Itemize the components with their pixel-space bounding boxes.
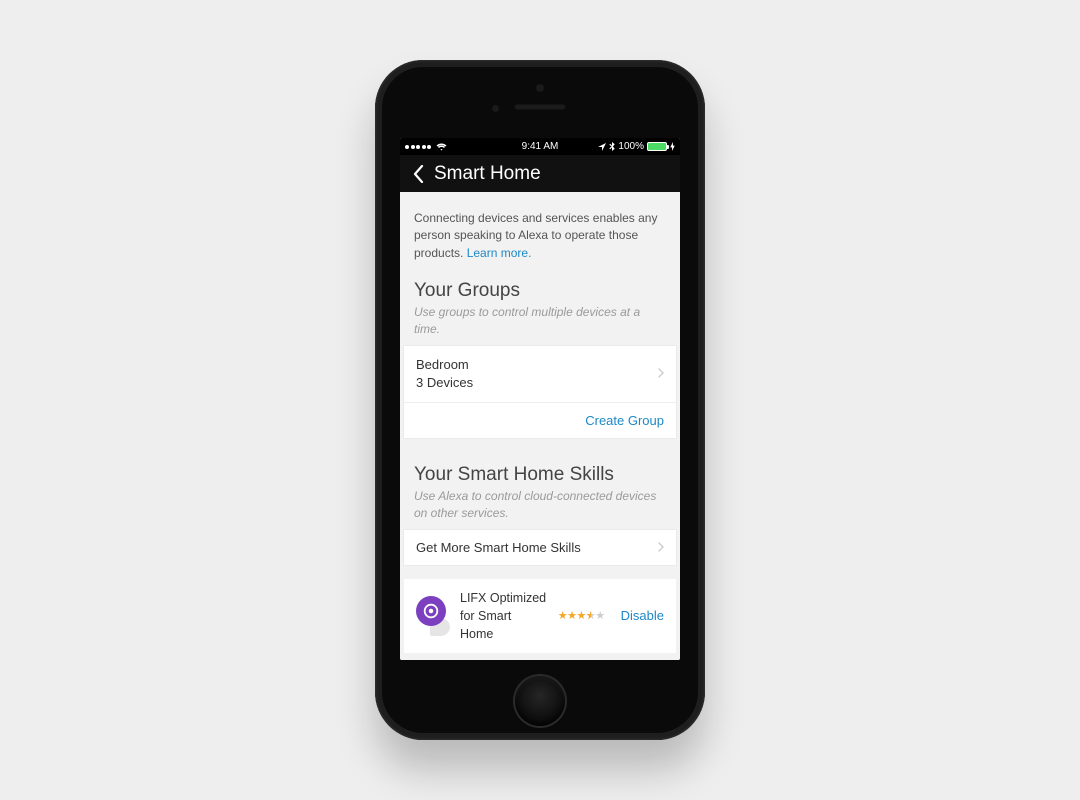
back-button[interactable] [408,164,428,184]
lifx-icon [416,596,446,626]
get-more-skills-row[interactable]: Get More Smart Home Skills [404,530,676,565]
disable-skill-link[interactable]: Disable [621,608,664,623]
status-signal [405,143,447,151]
groups-subtitle: Use groups to control multiple devices a… [400,304,680,346]
phone-frame: 9:41 AM 100% Smart Home Connecting devic… [375,60,705,740]
bluetooth-icon [609,142,615,151]
wifi-icon [436,143,447,151]
groups-card: Bedroom 3 Devices Create Group [404,346,676,438]
content-scroll[interactable]: Connecting devices and services enables … [400,192,680,660]
battery-percent: 100% [618,141,644,152]
chevron-right-icon [658,540,664,555]
phone-sensors [492,105,499,112]
group-name: Bedroom [416,356,469,374]
intro-body: Connecting devices and services enables … [414,211,657,260]
learn-more-link[interactable]: Learn more. [467,246,532,260]
chevron-left-icon [413,165,424,183]
get-more-skills-label: Get More Smart Home Skills [416,540,581,555]
charging-icon [670,142,675,151]
chevron-right-icon [658,365,664,383]
groups-heading: Your Groups [400,272,680,304]
create-group-link[interactable]: Create Group [404,403,676,438]
group-device-count: 3 Devices [416,374,473,392]
group-row-bedroom[interactable]: Bedroom 3 Devices [404,346,676,403]
status-right: 100% [598,141,675,152]
signal-dots-icon [405,145,431,149]
star-rating: ★★★★★★ [558,609,605,622]
skills-heading: Your Smart Home Skills [400,456,680,488]
skill-icon-wrap [416,596,450,636]
location-icon [598,143,606,151]
skill-name: LIFX Optimized for Smart Home [460,589,548,643]
status-bar: 9:41 AM 100% [400,138,680,155]
screen: 9:41 AM 100% Smart Home Connecting devic… [400,138,680,660]
app-header: Smart Home [400,155,680,192]
battery-icon [647,142,667,151]
home-button[interactable] [515,676,565,726]
status-time: 9:41 AM [522,141,559,152]
intro-text: Connecting devices and services enables … [400,192,680,272]
skills-subtitle: Use Alexa to control cloud-connected dev… [400,488,680,530]
phone-speaker [514,104,566,110]
get-more-skills-card: Get More Smart Home Skills [404,530,676,565]
page-title: Smart Home [434,163,541,185]
skill-row-lifx[interactable]: LIFX Optimized for Smart Home ★★★★★★ Dis… [404,579,676,653]
phone-camera [536,84,544,92]
